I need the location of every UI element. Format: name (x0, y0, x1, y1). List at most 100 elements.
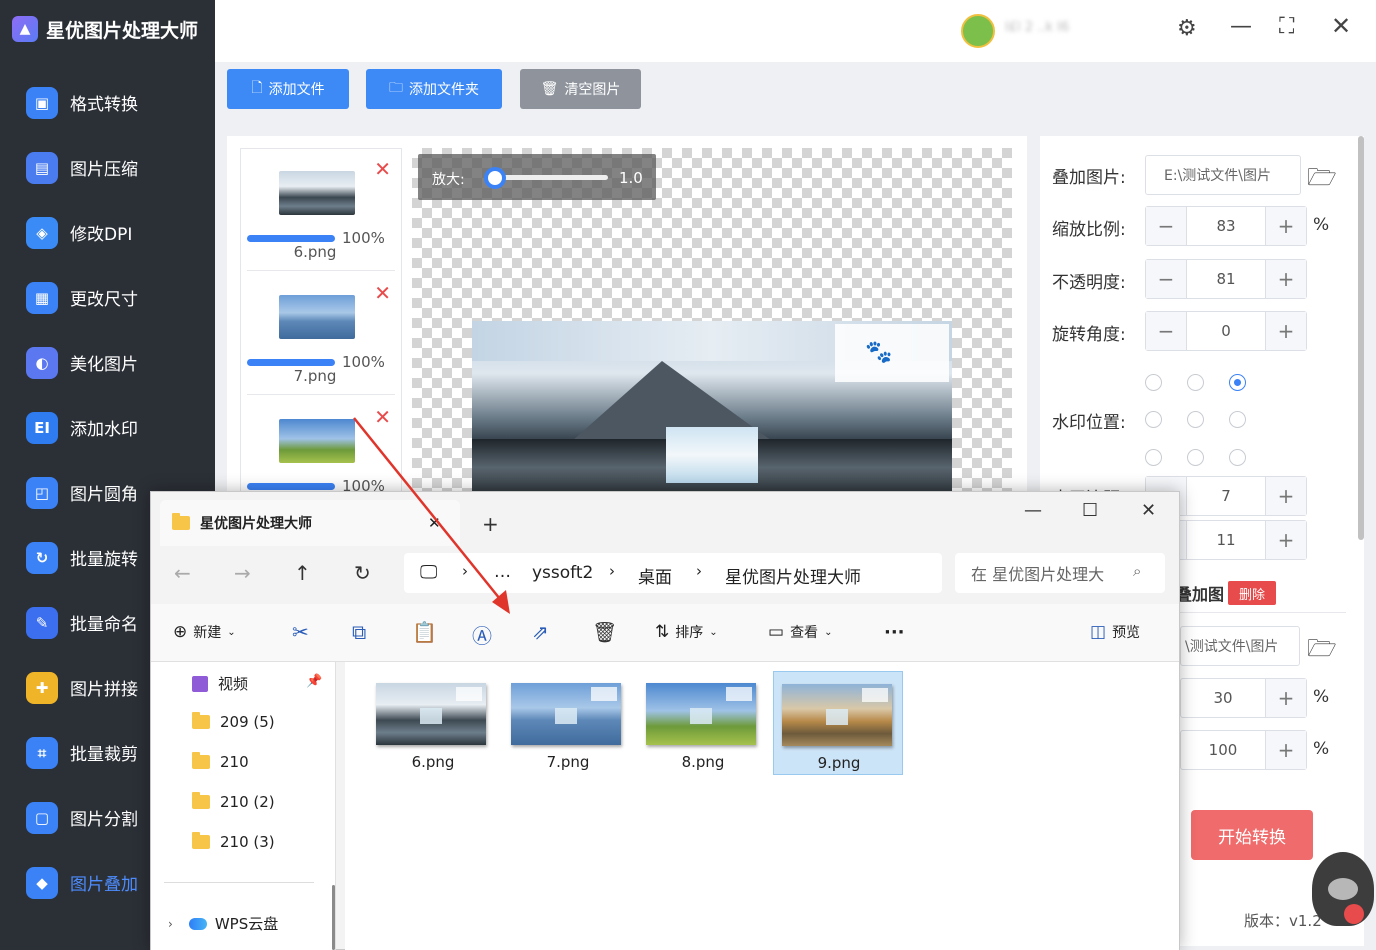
new-tab-icon[interactable]: + (482, 512, 499, 536)
zoom-slider[interactable] (488, 175, 608, 180)
breadcrumb-item[interactable]: yssoft2 (532, 563, 593, 583)
overlay2-scale-stepper[interactable]: 30+ (1180, 678, 1307, 718)
explorer-maximize-icon[interactable]: ☐ (1082, 500, 1098, 521)
plus-icon[interactable]: + (1266, 312, 1306, 350)
vmargin-value[interactable]: 11 (1186, 521, 1266, 559)
hmargin-value[interactable]: 7 (1186, 477, 1266, 515)
plus-icon[interactable]: + (1266, 521, 1306, 559)
nav-item-folder[interactable]: 210 (192, 753, 249, 771)
paste-icon[interactable]: 📋 (412, 620, 437, 644)
overlay-cloud-image[interactable] (666, 427, 758, 483)
rotate-value[interactable]: 0 (1186, 312, 1266, 350)
scrollbar[interactable] (1358, 136, 1364, 540)
sidebar-item[interactable]: EI添加水印 (0, 395, 215, 460)
overlay2-opacity-value[interactable]: 100 (1181, 731, 1266, 769)
file-item[interactable]: ✕ 100% 7.png (247, 273, 395, 395)
search-input[interactable]: 在 星优图片处理大 ⌕ (955, 553, 1165, 593)
file-item[interactable]: 8.png (638, 671, 768, 775)
minimize-icon[interactable]: — (1230, 14, 1252, 39)
scale-value[interactable]: 83 (1186, 207, 1266, 245)
sort-button[interactable]: ⇅排序⌄ (655, 622, 718, 642)
avatar[interactable] (961, 14, 995, 48)
address-bar[interactable]: 🖵 › … yssoft2 › 桌面 › 星优图片处理大师 (404, 553, 942, 593)
preview-button[interactable]: ◫预览 (1090, 622, 1140, 642)
plus-icon[interactable]: + (1266, 731, 1306, 769)
settings-icon[interactable]: ⚙ (1177, 16, 1197, 41)
opacity-value[interactable]: 81 (1186, 260, 1266, 298)
plus-icon[interactable]: + (1266, 207, 1306, 245)
delete-icon[interactable]: 🗑 (592, 620, 617, 644)
add-file-button[interactable]: 🗋添加文件 (227, 69, 349, 109)
explorer-close-icon[interactable]: ✕ (1141, 500, 1156, 521)
rotate-stepper[interactable]: −0+ (1145, 311, 1307, 351)
delete-button[interactable]: 删除 (1228, 581, 1276, 605)
overlay-path-input[interactable]: E:\测试文件\图片 (1145, 155, 1301, 195)
plus-icon[interactable]: + (1266, 260, 1306, 298)
file-item[interactable]: 6.png (368, 671, 498, 775)
breadcrumb-item[interactable]: 桌面 (638, 563, 672, 588)
zoom-slider-handle[interactable] (484, 167, 506, 189)
sidebar-item[interactable]: ◈修改DPI (0, 200, 215, 265)
nav-item-videos[interactable]: 视频 (192, 673, 248, 694)
start-button[interactable]: 开始转换 (1191, 810, 1313, 860)
remove-icon[interactable]: ✕ (374, 157, 391, 181)
nav-item-folder[interactable]: 210 (2) (192, 793, 275, 811)
position-radio-top-left[interactable] (1145, 374, 1162, 391)
view-button[interactable]: ▭查看⌄ (768, 622, 832, 642)
opacity-stepper[interactable]: −81+ (1145, 259, 1307, 299)
nav-scrollbar[interactable] (332, 885, 335, 950)
scale-stepper[interactable]: −83+ (1145, 206, 1307, 246)
position-radio-bottom-center[interactable] (1187, 449, 1204, 466)
explorer-tab[interactable]: 星优图片处理大师 ✕ (160, 500, 460, 546)
maximize-icon[interactable]: ⛶ (1279, 14, 1294, 39)
pin-icon[interactable]: 📌 (306, 674, 322, 689)
cut-icon[interactable]: ✂ (292, 620, 309, 644)
minus-icon[interactable]: − (1146, 312, 1186, 350)
refresh-icon[interactable]: ↻ (354, 561, 371, 585)
close-icon[interactable]: ✕ (1331, 12, 1351, 40)
add-folder-button[interactable]: 🗀添加文件夹 (366, 69, 502, 109)
file-item[interactable]: 7.png (503, 671, 633, 775)
minus-icon[interactable]: − (1146, 260, 1186, 298)
up-icon[interactable]: ↑ (294, 561, 311, 585)
position-radio-top-center[interactable] (1187, 374, 1204, 391)
breadcrumb-item[interactable]: 星优图片处理大师 (725, 563, 861, 588)
overlay2-scale-value[interactable]: 30 (1181, 679, 1266, 717)
explorer-minimize-icon[interactable]: — (1024, 500, 1042, 521)
tab-close-icon[interactable]: ✕ (428, 514, 441, 532)
plus-icon[interactable]: + (1266, 679, 1306, 717)
position-radio-middle-center[interactable] (1187, 411, 1204, 428)
forward-icon[interactable]: → (234, 561, 251, 585)
remove-icon[interactable]: ✕ (374, 405, 391, 429)
rename-icon[interactable]: Ⓐ (472, 620, 492, 649)
overlay-sticker[interactable]: 🐾 (835, 324, 949, 382)
nav-item-folder[interactable]: 210 (3) (192, 833, 275, 851)
sidebar-item[interactable]: ▤图片压缩 (0, 135, 215, 200)
sidebar-item[interactable]: ▣格式转换 (0, 70, 215, 135)
nav-item-folder[interactable]: 209 (5) (192, 713, 275, 731)
copy-icon[interactable]: ⧉ (352, 620, 366, 644)
position-radio-middle-left[interactable] (1145, 411, 1162, 428)
position-radio-bottom-left[interactable] (1145, 449, 1162, 466)
nav-item-wps-cloud[interactable]: ›WPS云盘 (168, 913, 278, 934)
remove-icon[interactable]: ✕ (374, 281, 391, 305)
sidebar-item[interactable]: ▦更改尺寸 (0, 265, 215, 330)
minus-icon[interactable]: − (1146, 207, 1186, 245)
overlay2-opacity-stepper[interactable]: 100+ (1180, 730, 1307, 770)
breadcrumb-ellipsis[interactable]: … (494, 562, 511, 582)
new-button[interactable]: ⊕新建⌄ (173, 622, 236, 642)
share-icon[interactable]: ⇗ (532, 620, 549, 644)
more-button[interactable]: ··· (884, 622, 905, 643)
position-radio-top-right[interactable] (1229, 374, 1246, 391)
file-item[interactable]: ✕ 100% 6.png (247, 149, 395, 271)
position-radio-middle-right[interactable] (1229, 411, 1246, 428)
plus-icon[interactable]: + (1266, 477, 1306, 515)
back-icon[interactable]: ← (174, 561, 191, 585)
file-item-selected[interactable]: 9.png (773, 671, 903, 775)
sidebar-item[interactable]: ◐美化图片 (0, 330, 215, 395)
overlay2-path-input[interactable]: \测试文件\图片 (1180, 626, 1300, 666)
folder-open-icon[interactable]: 🗁 (1307, 631, 1337, 672)
position-radio-bottom-right[interactable] (1229, 449, 1246, 466)
clear-button[interactable]: 🗑清空图片 (520, 69, 641, 109)
folder-open-icon[interactable]: 🗁 (1307, 160, 1337, 201)
